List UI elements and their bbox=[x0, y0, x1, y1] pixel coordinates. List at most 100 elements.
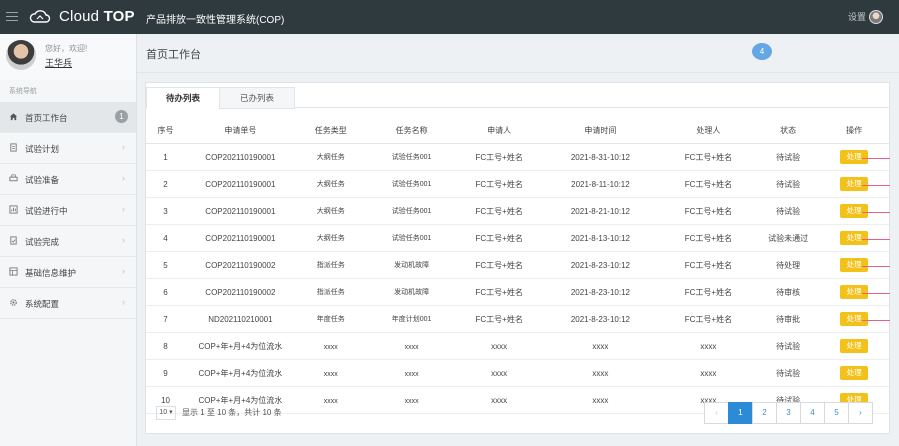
cell-text: COP202110190001 bbox=[205, 233, 276, 243]
table-cell: 待审批 bbox=[757, 305, 820, 333]
page-button[interactable]: 3 bbox=[776, 402, 801, 424]
table-cell: 待试验 bbox=[757, 332, 820, 360]
table-cell: 处理 bbox=[819, 197, 889, 225]
cell-text: 2021-8-11-10:12 bbox=[571, 179, 630, 189]
process-button[interactable]: 处理 bbox=[840, 177, 869, 191]
cell-text: 待试验 bbox=[776, 152, 801, 162]
top-avatar[interactable] bbox=[869, 10, 883, 24]
sidebar-item-system-config[interactable]: 系统配置 › bbox=[0, 288, 136, 319]
sidebar-item-test-complete[interactable]: 试验完成 › bbox=[0, 226, 136, 257]
process-button[interactable]: 处理 bbox=[840, 231, 869, 245]
table-cell: FC工号+姓名 bbox=[659, 170, 758, 198]
table-cell: 试验任务001 bbox=[365, 197, 458, 225]
notification-badge[interactable]: 4 bbox=[752, 43, 772, 60]
system-title: 产品排放一致性管理系统(COP) bbox=[146, 15, 285, 26]
chevron-right-icon: › bbox=[122, 173, 125, 183]
page-title: 首页工作台 bbox=[146, 49, 201, 61]
row-indicator-line bbox=[862, 293, 890, 294]
cell-text: FC工号+姓名 bbox=[684, 260, 733, 270]
table-cell: 2021-8-23-10:12 bbox=[541, 251, 660, 279]
sidebar-item-label: 试验计划 bbox=[25, 144, 60, 154]
col-header: 状态 bbox=[757, 117, 820, 144]
table-cell: 2021-8-11-10:12 bbox=[541, 170, 660, 198]
table-cell: FC工号+姓名 bbox=[457, 305, 542, 333]
settings-link[interactable]: 设置 bbox=[848, 10, 866, 23]
page-button[interactable]: 4 bbox=[800, 402, 825, 424]
process-button[interactable]: 处理 bbox=[840, 204, 869, 218]
cell-text: xxxx bbox=[491, 341, 508, 351]
process-button[interactable]: 处理 bbox=[840, 366, 869, 380]
page-button[interactable]: 5 bbox=[824, 402, 849, 424]
sidebar-item-label: 试验完成 bbox=[25, 237, 60, 247]
table-cell: FC工号+姓名 bbox=[457, 170, 542, 198]
table-cell: xxxx bbox=[659, 332, 758, 360]
process-button[interactable]: 处理 bbox=[840, 258, 869, 272]
table-cell: 2021-8-31-10:12 bbox=[541, 143, 660, 171]
record-info: 显示 1 至 10 条，共计 10 条 bbox=[182, 408, 282, 417]
row-indicator-line bbox=[862, 212, 890, 213]
cell-text: 1 bbox=[163, 152, 168, 162]
page-button[interactable]: 2 bbox=[752, 402, 777, 424]
cell-text: xxxx bbox=[592, 368, 609, 378]
table-cell: xxxx bbox=[457, 332, 542, 360]
sidebar-item-basic-info[interactable]: 基础信息维护 › bbox=[0, 257, 136, 288]
col-header: 申请时间 bbox=[541, 117, 660, 144]
cell-text: FC工号+姓名 bbox=[684, 152, 733, 162]
chevron-right-icon: › bbox=[122, 204, 125, 214]
cell-text: 5 bbox=[163, 260, 168, 270]
menu-toggle-icon[interactable] bbox=[6, 12, 18, 22]
page-button[interactable]: 1 bbox=[728, 402, 753, 424]
table-cell: 处理 bbox=[819, 251, 889, 279]
process-button[interactable]: 处理 bbox=[840, 285, 869, 299]
next-page-button[interactable]: › bbox=[848, 402, 873, 424]
progress-icon bbox=[9, 205, 18, 214]
table-cell: COP202110190001 bbox=[185, 143, 296, 171]
sidebar-item-test-plan[interactable]: 试验计划 › bbox=[0, 133, 136, 164]
avatar[interactable] bbox=[6, 40, 36, 70]
cell-text: FC工号+姓名 bbox=[475, 233, 523, 243]
table-cell: 处理 bbox=[819, 170, 889, 198]
process-button[interactable]: 处理 bbox=[840, 150, 869, 164]
brand-name: Cloud TOP bbox=[59, 8, 135, 25]
process-button[interactable]: 处理 bbox=[840, 339, 869, 353]
table-cell: xxxx bbox=[659, 359, 758, 387]
sidebar-item-label: 基础信息维护 bbox=[25, 268, 77, 278]
table-cell: 年度计划001 bbox=[365, 305, 458, 333]
table-cell: 指派任务 bbox=[295, 278, 366, 306]
cell-text: xxxx bbox=[323, 343, 338, 351]
table-row: 3 COP202110190001 大纲任务 试验任务001 FC工号+姓名 2021-8… bbox=[146, 197, 889, 225]
tab-done[interactable]: 已办列表 bbox=[219, 87, 295, 109]
cell-text: COP202110190002 bbox=[205, 287, 276, 297]
cell-text: 大纲任务 bbox=[316, 235, 345, 242]
sidebar-item-home[interactable]: 首页工作台 1 bbox=[0, 102, 136, 133]
document-icon bbox=[10, 143, 17, 152]
cell-text: xxxx bbox=[700, 341, 717, 351]
table-cell: 4 bbox=[146, 224, 186, 252]
table-cell: xxxx bbox=[365, 359, 458, 387]
prev-page-button[interactable]: ‹ bbox=[704, 402, 729, 424]
tab-todo[interactable]: 待办列表 bbox=[146, 87, 220, 109]
cell-text: 指派任务 bbox=[316, 262, 345, 269]
page-size-select[interactable]: 10 ▾ bbox=[156, 406, 176, 420]
cell-text: 9 bbox=[163, 368, 168, 378]
col-header: 操作 bbox=[819, 117, 889, 144]
cell-text: 待试验 bbox=[776, 206, 801, 216]
print-icon bbox=[9, 174, 18, 182]
process-button[interactable]: 处理 bbox=[840, 312, 869, 326]
table-row: 6 COP202110190002 指派任务 发动机故障 FC工号+姓名 2021-8-2… bbox=[146, 278, 889, 306]
table-cell: COP202110190001 bbox=[185, 197, 296, 225]
cell-text: 待试验 bbox=[776, 368, 801, 378]
table-row: 8 COP+年+月+4为位流水 xxxx xxxx xxxx xxxx xxxx 待试验 处理 bbox=[146, 332, 889, 360]
table-cell: FC工号+姓名 bbox=[457, 278, 542, 306]
username-link[interactable]: 王华兵 bbox=[45, 56, 72, 69]
table-cell: 3 bbox=[146, 197, 186, 225]
cell-text: 2021-8-21-10:12 bbox=[570, 206, 630, 216]
sidebar-item-test-prep[interactable]: 试验准备 › bbox=[0, 164, 136, 195]
col-header: 申请人 bbox=[457, 117, 542, 144]
table-cell: 处理 bbox=[819, 143, 889, 171]
cell-text: 试验任务001 bbox=[391, 154, 432, 161]
cell-text: 年度任务 bbox=[316, 316, 345, 323]
sidebar-item-test-in-progress[interactable]: 试验进行中 › bbox=[0, 195, 136, 226]
table-row: 9 COP+年+月+4为位流水 xxxx xxxx xxxx xxxx xxxx 待试验 处理 bbox=[146, 359, 889, 387]
table-cell: 6 bbox=[146, 278, 186, 306]
